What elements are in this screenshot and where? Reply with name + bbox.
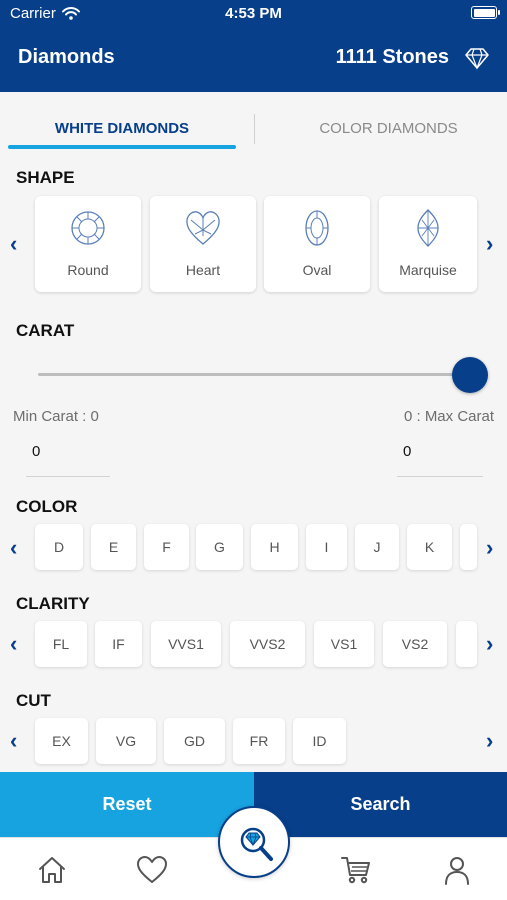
clarity-chip-partial[interactable]: [456, 621, 477, 667]
cut-prev-arrow-icon[interactable]: ‹: [10, 730, 17, 752]
shape-card-round[interactable]: Round: [35, 196, 141, 292]
color-chip-j[interactable]: J: [355, 524, 399, 570]
shape-label: Oval: [302, 262, 332, 278]
color-next-arrow-icon[interactable]: ›: [486, 537, 493, 559]
clarity-chip-if[interactable]: IF: [95, 621, 142, 667]
heart-diamond-icon: [186, 211, 220, 245]
home-icon[interactable]: [36, 854, 68, 886]
max-carat-underline: [397, 476, 483, 477]
cart-icon[interactable]: [340, 854, 372, 886]
cut-chip-gd[interactable]: GD: [164, 718, 225, 764]
shape-next-arrow-icon[interactable]: ›: [486, 233, 493, 255]
status-bar: Carrier 4:53 PM: [0, 0, 507, 28]
max-carat-label: 0 : Max Carat: [403, 408, 494, 425]
cut-chip-id[interactable]: ID: [293, 718, 346, 764]
cut-chip-fr[interactable]: FR: [233, 718, 285, 764]
color-chip-d[interactable]: D: [35, 524, 83, 570]
shape-label: Marquise: [399, 262, 457, 278]
clarity-chip-vs2[interactable]: VS2: [383, 621, 447, 667]
marquise-diamond-icon: [417, 209, 439, 247]
shape-prev-arrow-icon[interactable]: ‹: [10, 233, 17, 255]
profile-icon[interactable]: [441, 854, 473, 886]
color-section-title: COLOR: [16, 497, 78, 516]
cut-section-title: CUT: [16, 691, 51, 710]
search-button[interactable]: Search: [254, 772, 507, 837]
diamond-search-fab[interactable]: [218, 806, 290, 878]
clarity-section-title: CLARITY: [16, 594, 90, 613]
tab-divider: [254, 114, 255, 144]
color-chip-f[interactable]: F: [144, 524, 189, 570]
shape-card-marquise[interactable]: Marquise: [379, 196, 477, 292]
min-carat-label: Min Carat : 0: [13, 408, 99, 425]
clarity-chip-vs1[interactable]: VS1: [314, 621, 374, 667]
diamond-search-icon: [240, 827, 273, 861]
round-diamond-icon: [71, 211, 105, 245]
shape-section-title: SHAPE: [16, 168, 75, 187]
cut-chip-ex[interactable]: EX: [35, 718, 88, 764]
top-bar: Carrier 4:53 PM Diamonds 1111 Stones: [0, 0, 507, 92]
tab-color-diamonds[interactable]: COLOR DIAMONDS: [270, 120, 507, 137]
shape-card-oval[interactable]: Oval: [264, 196, 370, 292]
oval-diamond-icon: [305, 210, 329, 246]
color-chip-h[interactable]: H: [251, 524, 298, 570]
shape-card-heart[interactable]: Heart: [150, 196, 256, 292]
shape-label: Heart: [185, 262, 221, 278]
battery-icon: [471, 6, 500, 19]
stones-count: 1111 Stones: [335, 46, 449, 68]
diamond-icon[interactable]: [463, 44, 491, 72]
carat-slider-track[interactable]: [38, 373, 470, 376]
shape-label: Round: [67, 262, 109, 278]
color-chip-k[interactable]: K: [407, 524, 452, 570]
status-time: 4:53 PM: [225, 5, 282, 22]
clarity-prev-arrow-icon[interactable]: ‹: [10, 633, 17, 655]
color-prev-arrow-icon[interactable]: ‹: [10, 537, 17, 559]
page-title: Diamonds: [18, 46, 115, 68]
clarity-next-arrow-icon[interactable]: ›: [486, 633, 493, 655]
carat-section-title: CARAT: [16, 321, 75, 340]
clarity-chip-fl[interactable]: FL: [35, 621, 87, 667]
color-chip-e[interactable]: E: [91, 524, 136, 570]
min-carat-underline: [26, 476, 110, 477]
min-carat-field[interactable]: 0: [32, 443, 40, 460]
diamond-type-tabs: WHITE DIAMONDS COLOR DIAMONDS: [0, 92, 507, 152]
active-tab-indicator: [8, 145, 236, 149]
max-carat-field[interactable]: 0: [403, 443, 411, 460]
clarity-chip-vvs1[interactable]: VVS1: [151, 621, 221, 667]
carat-slider-thumb[interactable]: [452, 357, 488, 393]
tab-white-diamonds[interactable]: WHITE DIAMONDS: [8, 120, 236, 137]
color-chip-g[interactable]: G: [196, 524, 243, 570]
clarity-chip-vvs2[interactable]: VVS2: [230, 621, 305, 667]
heart-icon[interactable]: [136, 854, 168, 886]
color-chip-partial[interactable]: [460, 524, 477, 570]
reset-button[interactable]: Reset: [0, 772, 254, 837]
cut-chip-vg[interactable]: VG: [96, 718, 156, 764]
cut-next-arrow-icon[interactable]: ›: [486, 730, 493, 752]
color-chip-i[interactable]: I: [306, 524, 347, 570]
